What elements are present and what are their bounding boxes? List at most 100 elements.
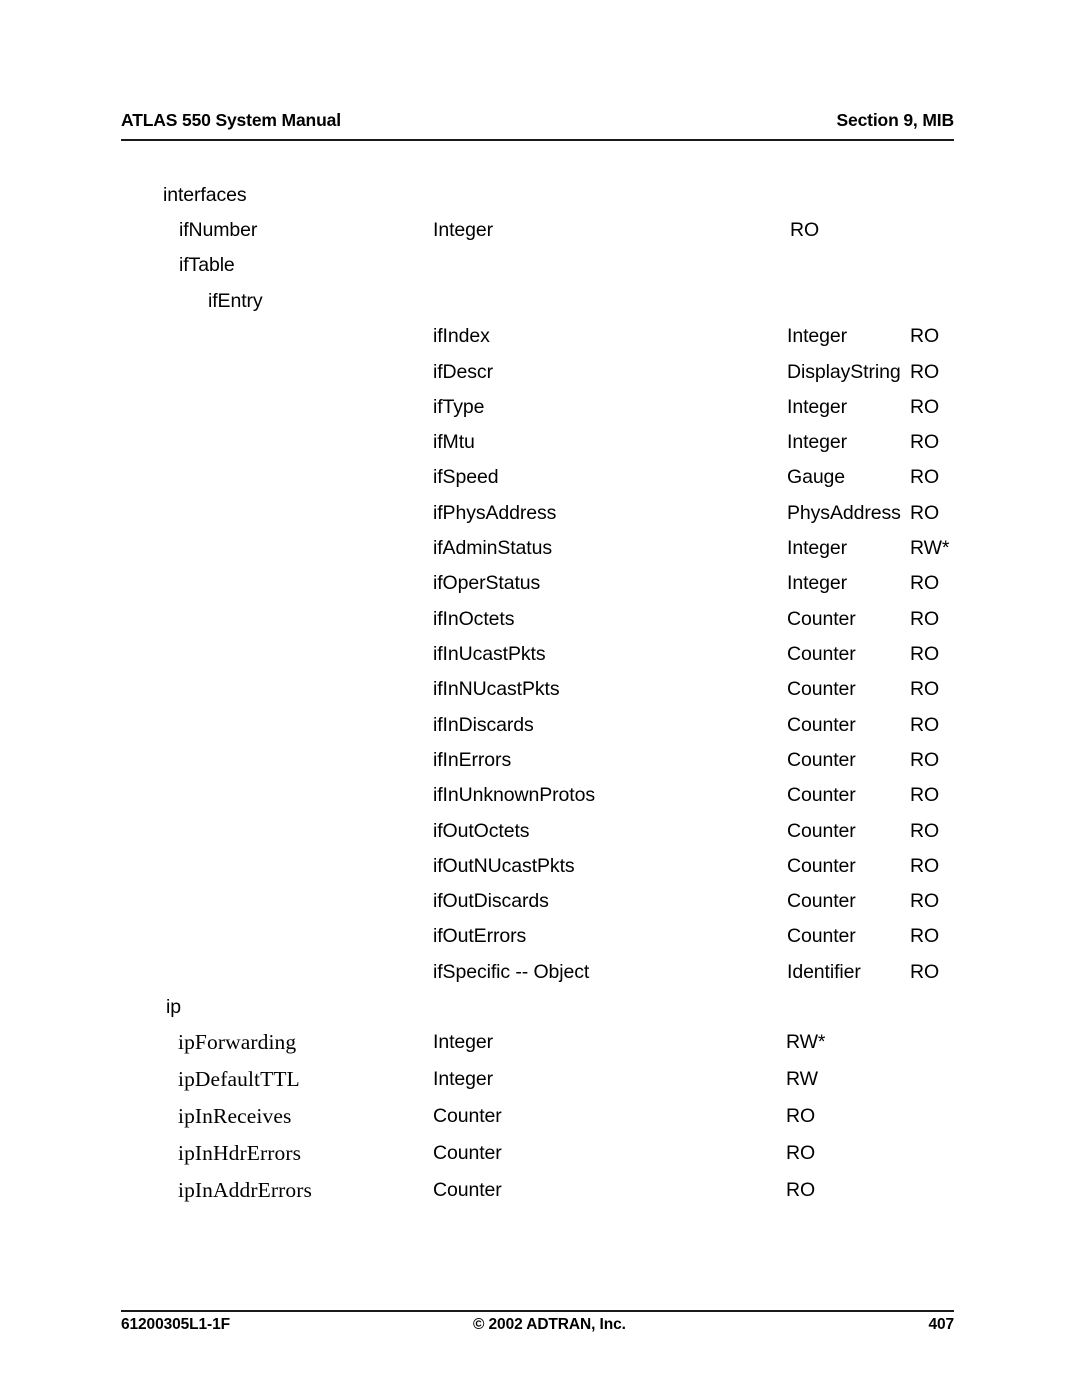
footer-document-number: 61200305L1-1F xyxy=(121,1316,231,1333)
mib-row: ifType Integer RO xyxy=(0,392,1080,422)
mib-object-name: ifOutNUcastPkts xyxy=(433,855,575,877)
mib-object-name: ifType xyxy=(433,396,485,418)
mib-row: ifDescr DisplayString RO xyxy=(0,357,1080,387)
mib-row: ifEntry xyxy=(0,286,1080,316)
mib-object-access: RO xyxy=(910,925,940,947)
footer-divider-rule xyxy=(121,1310,954,1312)
footer-copyright: © 2002 ADTRAN, Inc. xyxy=(473,1316,626,1333)
mib-object-name: ifIndex xyxy=(433,325,490,347)
header-section-label: Section 9, MIB xyxy=(836,110,954,130)
mib-object-name: ifOperStatus xyxy=(433,572,541,594)
mib-row: ifOutNUcastPkts Counter RO xyxy=(0,851,1080,881)
mib-object-type: DisplayString xyxy=(787,361,901,383)
mib-object-access: RO xyxy=(910,714,940,736)
mib-object-type: Counter xyxy=(433,1142,502,1164)
mib-object-type: Integer xyxy=(787,431,848,453)
mib-object-name: ifOutOctets xyxy=(433,820,530,842)
mib-row: ifTable xyxy=(0,250,1080,280)
mib-object-name: ipDefaultTTL xyxy=(178,1067,300,1091)
mib-object-type: Counter xyxy=(433,1105,502,1127)
mib-object-type: Integer xyxy=(433,1068,494,1090)
mib-row: ipDefaultTTL Integer RW xyxy=(0,1064,1080,1094)
mib-row: ifPhysAddress PhysAddress RO xyxy=(0,498,1080,528)
mib-row: ipInReceives Counter RO xyxy=(0,1101,1080,1131)
mib-object-type: Integer xyxy=(787,572,848,594)
mib-object-access: RO xyxy=(790,219,820,241)
mib-object-type: Counter xyxy=(433,1179,502,1201)
mib-object-access: RO xyxy=(910,325,940,347)
mib-object-name: ipInAddrErrors xyxy=(178,1178,312,1202)
mib-object-type: Counter xyxy=(787,643,856,665)
mib-object-name: ifInOctets xyxy=(433,608,515,630)
mib-object-type: Counter xyxy=(787,749,856,771)
mib-object-name: ifInDiscards xyxy=(433,714,534,736)
mib-object-type: Counter xyxy=(787,855,856,877)
mib-object-type: Counter xyxy=(787,714,856,736)
mib-object-type: Counter xyxy=(787,678,856,700)
mib-object-name: ip xyxy=(166,996,181,1018)
mib-row: ifInNUcastPkts Counter RO xyxy=(0,674,1080,704)
mib-row: ifInErrors Counter RO xyxy=(0,745,1080,775)
running-header: ATLAS 550 System Manual Section 9, MIB xyxy=(121,110,954,136)
mib-object-type: Integer xyxy=(787,325,848,347)
mib-object-access: RO xyxy=(910,890,940,912)
mib-object-name: ipInHdrErrors xyxy=(178,1141,302,1165)
mib-object-access: RO xyxy=(910,784,940,806)
mib-object-type: Counter xyxy=(787,784,856,806)
mib-row: ifInOctets Counter RO xyxy=(0,604,1080,634)
mib-row: ifInDiscards Counter RO xyxy=(0,710,1080,740)
footer-page-number: 407 xyxy=(928,1316,954,1333)
header-divider-rule xyxy=(121,139,954,141)
mib-object-access: RO xyxy=(910,466,940,488)
mib-object-name: ipInReceives xyxy=(178,1104,292,1128)
mib-row: ipInHdrErrors Counter RO xyxy=(0,1138,1080,1168)
mib-row: ifIndex Integer RO xyxy=(0,321,1080,351)
mib-object-access: RO xyxy=(910,361,940,383)
header-manual-title: ATLAS 550 System Manual xyxy=(121,110,341,130)
mib-object-name: ifMtu xyxy=(433,431,475,453)
mib-object-name: ifInErrors xyxy=(433,749,512,771)
mib-object-type: Gauge xyxy=(787,466,846,488)
mib-object-name: ifAdminStatus xyxy=(433,537,553,559)
mib-object-type: PhysAddress xyxy=(787,502,901,524)
mib-object-access: RO xyxy=(910,749,940,771)
mib-object-access: RO xyxy=(910,502,940,524)
mib-object-type: Integer xyxy=(433,219,494,241)
mib-row: ifOperStatus Integer RO xyxy=(0,568,1080,598)
mib-object-access: RW xyxy=(786,1068,818,1090)
mib-object-access: RW* xyxy=(786,1031,826,1053)
mib-row: ip xyxy=(0,992,1080,1022)
mib-row: ifOutOctets Counter RO xyxy=(0,816,1080,846)
mib-object-type: Integer xyxy=(787,396,848,418)
mib-row: ifOutErrors Counter RO xyxy=(0,921,1080,951)
mib-object-name: ifInUcastPkts xyxy=(433,643,546,665)
mib-row: ifSpeed Gauge RO xyxy=(0,462,1080,492)
mib-row: ifInUnknownProtos Counter RO xyxy=(0,780,1080,810)
mib-object-type: Counter xyxy=(787,925,856,947)
manual-page: ATLAS 550 System Manual Section 9, MIB i… xyxy=(0,0,1080,1397)
mib-object-type: Counter xyxy=(787,890,856,912)
mib-object-access: RO xyxy=(910,643,940,665)
mib-object-access: RO xyxy=(910,396,940,418)
mib-object-name: ifInNUcastPkts xyxy=(433,678,560,700)
mib-object-access: RO xyxy=(910,820,940,842)
mib-object-type: Counter xyxy=(787,820,856,842)
mib-object-type: Counter xyxy=(787,608,856,630)
mib-object-name: ifEntry xyxy=(208,290,263,312)
mib-object-access: RO xyxy=(786,1179,816,1201)
mib-row: ifInUcastPkts Counter RO xyxy=(0,639,1080,669)
mib-object-name: ifTable xyxy=(179,254,235,276)
mib-object-name: ifOutErrors xyxy=(433,925,527,947)
mib-object-name: ifInUnknownProtos xyxy=(433,784,595,806)
mib-object-name: ifOutDiscards xyxy=(433,890,549,912)
mib-object-name: interfaces xyxy=(163,184,247,206)
mib-object-access: RO xyxy=(910,431,940,453)
mib-object-access: RO xyxy=(910,678,940,700)
mib-object-name: ifSpeed xyxy=(433,466,499,488)
mib-object-access: RO xyxy=(910,855,940,877)
mib-row: ifNumber Integer RO xyxy=(0,215,1080,245)
mib-row: ifOutDiscards Counter RO xyxy=(0,886,1080,916)
mib-object-access: RO xyxy=(786,1142,816,1164)
mib-object-access: RO xyxy=(910,608,940,630)
mib-row: ifSpecific -- Object Identifier RO xyxy=(0,957,1080,987)
